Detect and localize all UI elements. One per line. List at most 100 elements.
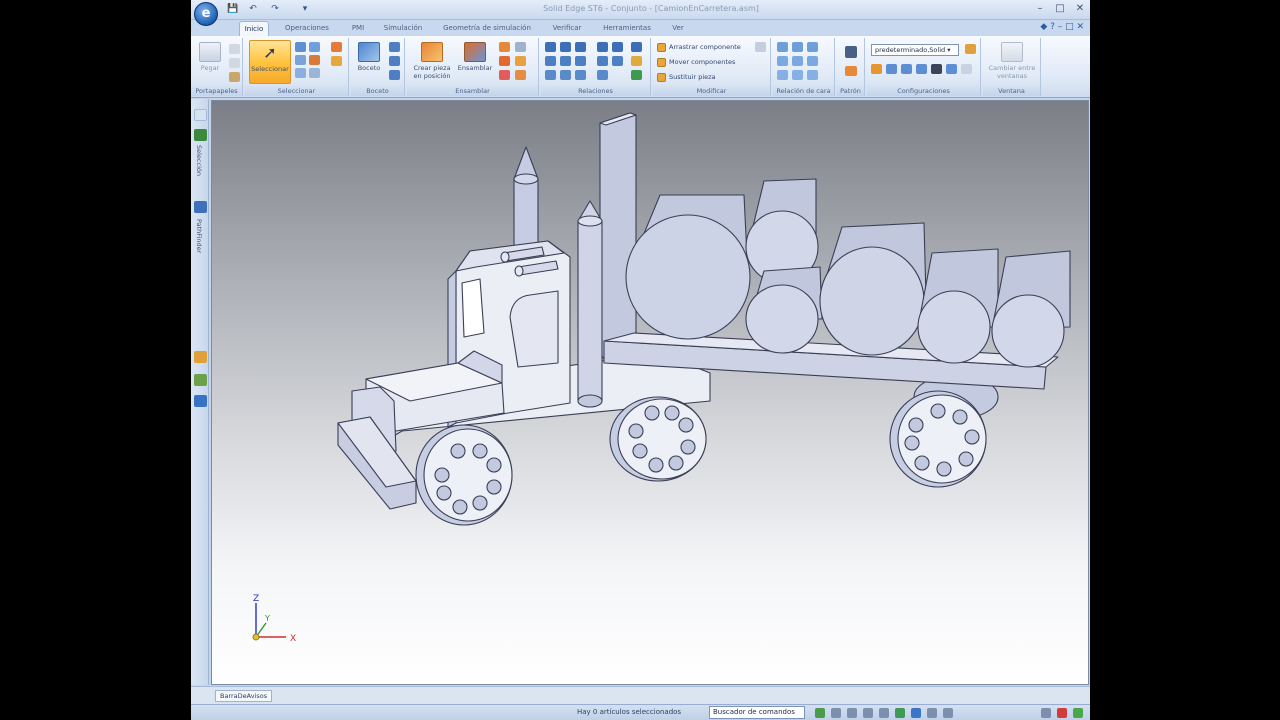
shading-icon[interactable]	[927, 708, 937, 718]
face-coplanar-icon[interactable]	[777, 42, 788, 52]
tab-verificar[interactable]: Verificar	[547, 21, 587, 36]
select-tool-button[interactable]: ➚ Seleccionar	[249, 40, 291, 84]
minimize-button[interactable]: –	[1031, 2, 1049, 16]
insert-component-icon[interactable]	[499, 42, 510, 52]
assemble-button[interactable]: Ensamblar	[455, 40, 495, 84]
sensors-tab-icon[interactable]	[194, 395, 207, 407]
select-feature-icon[interactable]	[309, 55, 320, 65]
pattern-component-icon[interactable]	[515, 56, 526, 66]
select-assembly-icon[interactable]	[295, 55, 306, 65]
tangent-icon[interactable]	[545, 56, 556, 66]
select-parts-icon[interactable]	[309, 42, 320, 52]
close-button[interactable]: ✕	[1071, 2, 1089, 16]
format-painter-icon[interactable]	[229, 72, 240, 82]
show-previous-icon[interactable]	[916, 64, 927, 74]
switch-windows-button[interactable]: Cambiar entre ventanas	[987, 40, 1037, 84]
create-part-in-place-button[interactable]: Crear pieza en posición	[409, 40, 455, 84]
application-button[interactable]: e	[194, 2, 218, 26]
selection-tab-icon[interactable]	[194, 129, 207, 141]
planar-align-icon[interactable]	[560, 42, 571, 52]
circle-icon[interactable]	[389, 70, 400, 80]
face-offset-icon[interactable]	[807, 70, 818, 80]
modify-options-icon[interactable]	[755, 42, 766, 52]
arc-icon[interactable]	[389, 56, 400, 66]
cam-icon[interactable]	[560, 56, 571, 66]
status-add-icon[interactable]	[1041, 708, 1051, 718]
duplicate-component-icon[interactable]	[515, 70, 526, 80]
graphics-viewport[interactable]: Z Y X	[211, 100, 1089, 685]
pan-icon[interactable]	[863, 708, 873, 718]
axial-align-icon[interactable]	[575, 42, 586, 52]
layers-tab-icon[interactable]	[194, 351, 207, 363]
redo-icon[interactable]: ↷	[267, 3, 283, 16]
paste-button[interactable]: Pegar	[193, 40, 227, 84]
status-error-icon[interactable]	[1057, 708, 1067, 718]
help-icons[interactable]: ◆ ? – □ ✕	[1040, 22, 1084, 32]
pattern-icon[interactable]	[845, 46, 857, 58]
show-component-icon[interactable]	[331, 56, 342, 66]
tab-simulacion[interactable]: Simulación	[379, 21, 427, 36]
hide-all-icon[interactable]	[901, 64, 912, 74]
select-filter-icon[interactable]	[295, 68, 306, 78]
component-options-icon[interactable]	[515, 42, 526, 52]
tab-operaciones[interactable]: Operaciones	[279, 21, 335, 36]
fit-icon[interactable]	[847, 708, 857, 718]
capture-fit-icon[interactable]	[631, 70, 642, 80]
mate-icon[interactable]	[545, 42, 556, 52]
tab-pathfinder[interactable]: PathFinder	[195, 219, 203, 253]
display-config-icon[interactable]	[961, 64, 972, 74]
face-horizontal-icon[interactable]	[777, 70, 788, 80]
pattern-along-curve-icon[interactable]	[845, 66, 857, 76]
face-tangent-icon[interactable]	[792, 70, 803, 80]
tab-herramientas[interactable]: Herramientas	[599, 21, 655, 36]
face-perpendicular-icon[interactable]	[792, 56, 803, 66]
panel-pin-icon[interactable]	[194, 109, 207, 121]
sketch-button[interactable]: Boceto	[353, 40, 385, 84]
gear-relation-icon[interactable]	[597, 56, 608, 66]
view-orientation-icon[interactable]	[911, 708, 921, 718]
show-all-icon[interactable]	[871, 64, 882, 74]
pathfinder-tab-icon[interactable]	[194, 201, 207, 213]
tab-pmi[interactable]: PMI	[345, 21, 371, 36]
zoom-icon[interactable]	[831, 708, 841, 718]
sketch-view-icon[interactable]	[895, 708, 905, 718]
face-coaxial-icon[interactable]	[792, 42, 803, 52]
drag-component-button[interactable]: Arrastrar componente	[657, 42, 741, 53]
replace-part-button[interactable]: Sustituir pieza	[657, 72, 716, 83]
ground-icon[interactable]	[597, 70, 608, 80]
select-options-icon[interactable]	[309, 68, 320, 78]
maximize-button[interactable]: □	[1051, 2, 1069, 16]
save-icon[interactable]: 💾	[225, 3, 241, 16]
match-coordinate-icon[interactable]	[612, 56, 623, 66]
zoom-area-icon[interactable]	[815, 708, 825, 718]
copy-icon[interactable]	[229, 58, 240, 68]
tab-ver[interactable]: Ver	[667, 21, 689, 36]
move-components-button[interactable]: Mover componentes	[657, 57, 735, 68]
tab-geometria-de-simulacion[interactable]: Geometría de simulación	[439, 21, 535, 36]
camera-icon[interactable]	[931, 64, 942, 74]
select-box-icon[interactable]	[295, 42, 306, 52]
parallel-icon[interactable]	[575, 56, 586, 66]
tab-inicio[interactable]: Inicio	[239, 21, 269, 36]
status-ok-icon[interactable]	[1073, 708, 1083, 718]
line-icon[interactable]	[389, 42, 400, 52]
path-icon[interactable]	[575, 70, 586, 80]
rotate-icon[interactable]	[879, 708, 889, 718]
hide-component-icon[interactable]	[331, 42, 342, 52]
library-tab-icon[interactable]	[194, 374, 207, 386]
rigid-set-icon[interactable]	[560, 70, 571, 80]
replace-component-icon[interactable]	[499, 56, 510, 66]
center-plane-icon[interactable]	[545, 70, 556, 80]
angle-icon[interactable]	[631, 42, 642, 52]
configuration-select[interactable]: predeterminado,Solid ▾	[871, 44, 959, 56]
view-styles-icon[interactable]	[943, 708, 953, 718]
tab-seleccion[interactable]: Selección	[195, 145, 203, 176]
command-finder-input[interactable]: Buscador de comandos	[709, 706, 805, 719]
zone-icon[interactable]	[946, 64, 957, 74]
configuration-manager-icon[interactable]	[965, 44, 976, 54]
insert-relation-icon[interactable]	[597, 42, 608, 52]
cut-icon[interactable]	[229, 44, 240, 54]
connect-icon[interactable]	[612, 42, 623, 52]
customize-quick-access-icon[interactable]: ▾	[297, 3, 313, 16]
face-concentric-icon[interactable]	[807, 42, 818, 52]
